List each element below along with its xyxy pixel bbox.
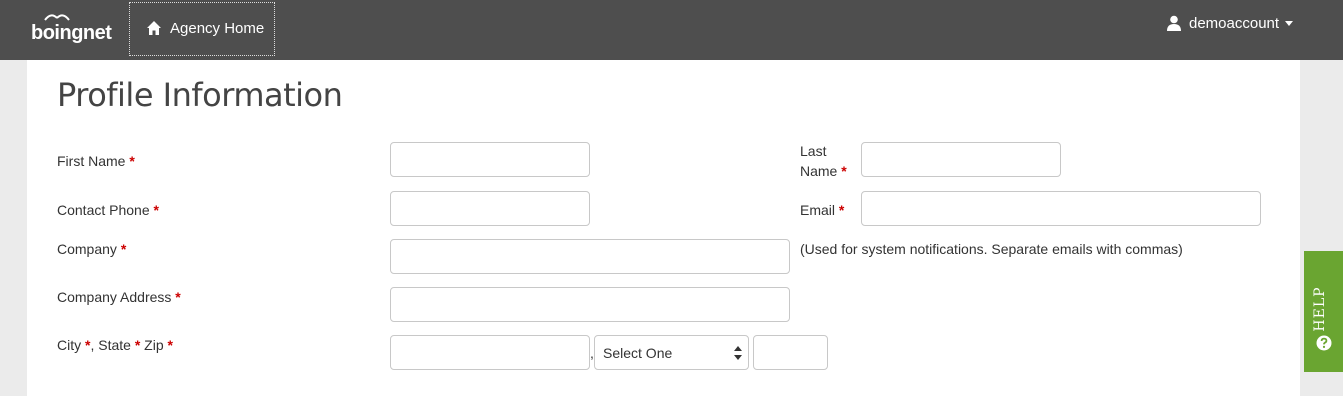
contact-phone-input[interactable] <box>390 191 590 226</box>
first-name-label-text: First Name <box>57 153 126 169</box>
required-marker: * <box>841 163 847 179</box>
state-select[interactable]: Select One <box>594 335 749 370</box>
company-address-label: Company Address * <box>57 287 181 307</box>
help-tab[interactable]: HELP <box>1304 251 1343 372</box>
last-name-input[interactable] <box>861 142 1061 177</box>
agency-home-label: Agency Home <box>170 20 265 37</box>
email-input[interactable] <box>861 191 1261 226</box>
company-input[interactable] <box>390 239 790 274</box>
last-name-label-line1: Last <box>800 143 827 159</box>
city-label-text: City <box>57 337 82 353</box>
zip-label-text: Zip <box>140 337 164 353</box>
top-navigation-bar: boingnet Agency Home demoaccount <box>0 0 1343 60</box>
company-label: Company * <box>57 239 126 259</box>
first-name-label: First Name * <box>57 151 135 171</box>
state-select-value: Select One <box>603 344 673 361</box>
email-label-text: Email <box>800 202 836 218</box>
company-address-input[interactable] <box>390 287 790 322</box>
help-label: HELP <box>1312 286 1328 332</box>
required-marker: * <box>167 337 173 353</box>
zip-input[interactable] <box>753 335 828 370</box>
required-marker: * <box>838 202 845 218</box>
page-title: Profile Information <box>57 76 343 114</box>
caret-down-icon <box>1285 20 1294 26</box>
last-name-label-line2: Name <box>800 163 838 179</box>
user-icon <box>1167 15 1181 31</box>
company-address-label-text: Company Address <box>57 289 172 305</box>
required-marker: * <box>175 289 181 305</box>
state-label-text: , State <box>90 337 131 353</box>
boingnet-logo[interactable]: boingnet <box>31 8 112 52</box>
username-label: demoaccount <box>1189 14 1280 32</box>
profile-panel: Profile Information First Name * Last Na… <box>27 60 1300 396</box>
first-name-input[interactable] <box>390 142 590 177</box>
required-marker: * <box>120 241 127 257</box>
city-state-zip-label: City *, State * Zip * <box>57 335 173 355</box>
city-input[interactable] <box>390 335 590 370</box>
user-account-menu[interactable]: demoaccount <box>1167 13 1294 33</box>
required-marker: * <box>153 202 159 218</box>
email-help-note: (Used for system notifications. Separate… <box>800 241 1183 257</box>
email-label: Email * <box>800 200 844 220</box>
contact-phone-label: Contact Phone * <box>57 200 159 220</box>
agency-home-button[interactable]: Agency Home <box>129 2 275 56</box>
last-name-label: Last Name * <box>800 141 847 181</box>
company-label-text: Company <box>57 241 117 257</box>
select-arrows-icon <box>734 346 742 360</box>
logo-text: boingnet <box>31 22 112 44</box>
contact-phone-label-text: Contact Phone <box>57 202 150 218</box>
question-circle-icon <box>1316 335 1332 351</box>
home-icon <box>147 21 161 35</box>
required-marker: * <box>129 153 135 169</box>
